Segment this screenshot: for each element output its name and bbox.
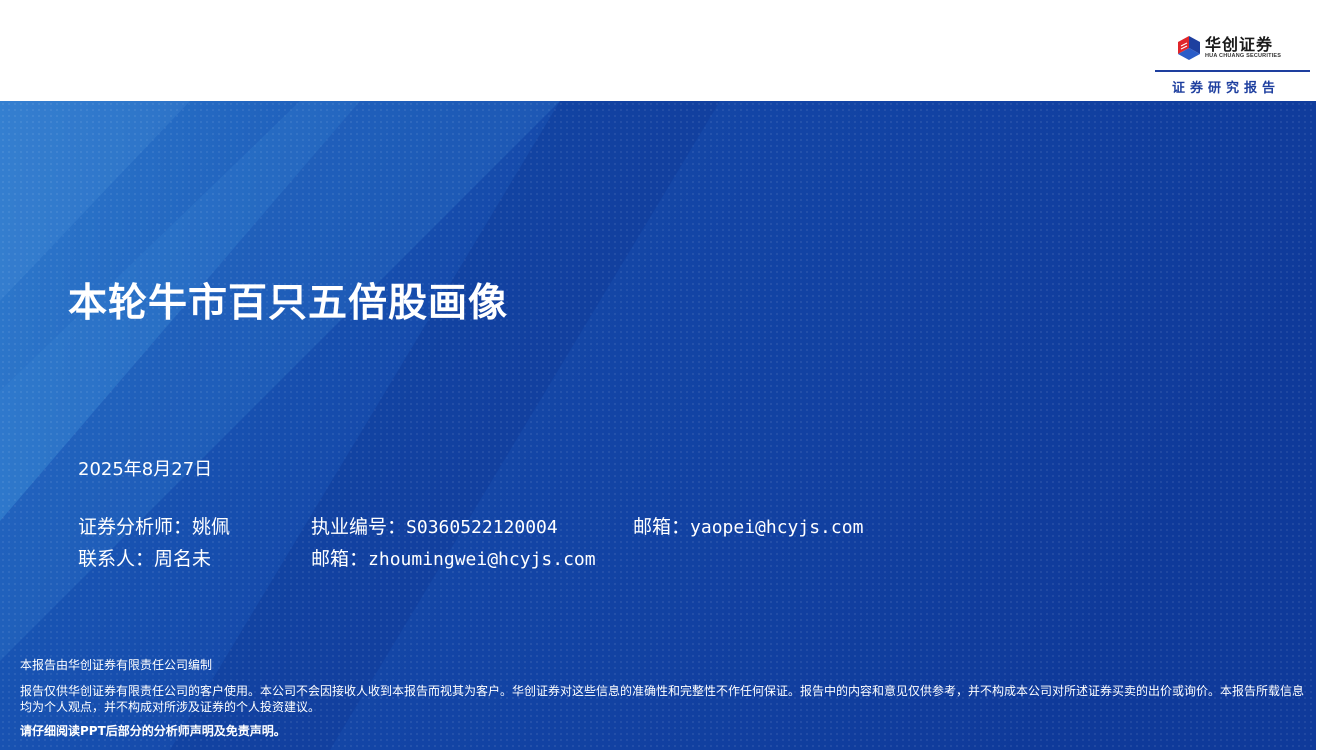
analyst-email-info: 邮箱：yaopei@hcyjs.com (633, 512, 863, 539)
license-info: 执业编号：S0360522120004 (311, 512, 558, 539)
logo-name: 华创证券 (1205, 35, 1274, 54)
right-margin (1316, 101, 1333, 750)
report-header: 华创证券 HUA CHUANG SECURITIES 证券研究报告 (0, 0, 1333, 101)
compiled-by-note: 本报告由华创证券有限责任公司编制 (20, 658, 213, 672)
logo-english-name: HUA CHUANG SECURITIES (1205, 53, 1282, 59)
disclaimer-notice: 请仔细阅读PPT后部分的分析师声明及免责声明。 (20, 724, 286, 738)
analyst-name: 证券分析师：姚佩 (78, 516, 231, 538)
report-date: 2025年8月27日 (78, 459, 213, 480)
logo-icon (1178, 36, 1200, 60)
header-divider (1155, 70, 1310, 72)
contact-email-info: 邮箱：zhoumingwei@hcyjs.com (311, 544, 596, 571)
report-title: 本轮牛市百只五倍股画像 (68, 281, 509, 326)
company-logo: 华创证券 HUA CHUANG SECURITIES (1178, 36, 1281, 60)
cover-banner (0, 101, 1316, 750)
contact-name: 联系人：周名未 (78, 548, 212, 570)
report-type-label: 证券研究报告 (1172, 81, 1281, 96)
analyst-email-label: 邮箱： (633, 516, 691, 538)
contact-email-link[interactable]: zhoumingwei@hcyjs.com (368, 549, 596, 570)
banner-background (0, 101, 1316, 750)
license-label: 执业编号： (311, 516, 407, 538)
contact-email-label: 邮箱： (311, 548, 369, 570)
analyst-email-link[interactable]: yaopei@hcyjs.com (690, 517, 863, 538)
disclaimer-text: 报告仅供华创证券有限责任公司的客户使用。本公司不会因接收人收到本报告而视其为客户… (20, 684, 1305, 714)
license-number: S0360522120004 (406, 517, 558, 538)
